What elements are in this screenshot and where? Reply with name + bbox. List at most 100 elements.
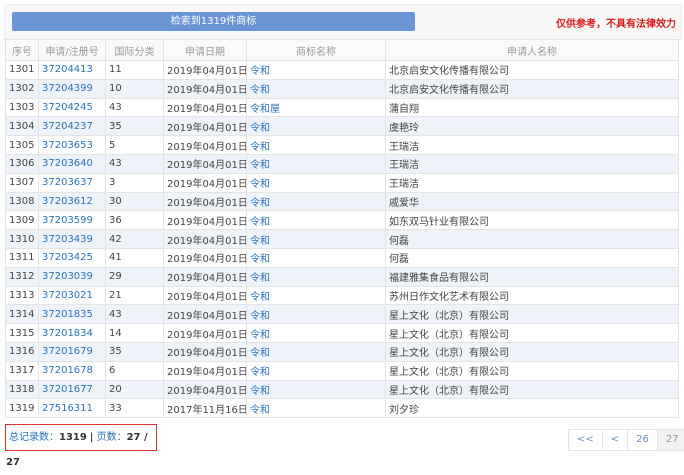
cell-class: 41 [105,247,164,268]
pagination: << < 26 27 [568,429,684,451]
page-26-button[interactable]: 26 [628,430,658,450]
table-row: 1316 37201679 35 2019年04月01日 令和 星上文化（北京）有限公司 [5,341,679,362]
cell-reg-no[interactable]: 37201678 [38,360,106,381]
cell-mark-name[interactable]: 令和 [246,191,386,212]
table-row: 1313 37203021 21 2019年04月01日 令和 苏州日作文化艺术有限公司 [5,285,679,306]
column-header-applicant: 申请人名称 [385,39,679,61]
cell-reg-no[interactable]: 37203425 [38,247,106,268]
cell-mark-name[interactable]: 令和 [246,78,386,99]
record-summary: 总记录数：1319 | 页数：27 / 27 [5,424,157,468]
cell-mark-name[interactable]: 令和 [246,210,386,231]
cell-class: 33 [105,398,164,419]
cell-date: 2019年04月01日 [163,341,247,362]
cell-reg-no[interactable]: 27516311 [38,398,106,419]
cell-reg-no[interactable]: 37204413 [38,60,106,80]
cell-applicant: 戚爱华 [385,191,679,212]
cell-reg-no[interactable]: 37201834 [38,323,106,343]
first-page-button[interactable]: << [569,430,603,450]
cell-reg-no[interactable]: 37203599 [38,210,106,231]
cell-applicant: 刘夕珍 [385,398,679,419]
cell-date: 2019年04月01日 [163,229,247,249]
cell-mark-name[interactable]: 令和 [246,304,386,325]
cell-seq: 1308 [5,191,39,212]
cell-reg-no[interactable]: 37201679 [38,341,106,362]
cell-mark-name[interactable]: 令和 [246,341,386,362]
cell-class: 21 [105,285,164,306]
column-header-reg-no: 申请/注册号 [38,39,106,61]
cell-seq: 1313 [5,285,39,306]
cell-mark-name[interactable]: 令和 [246,247,386,268]
cell-reg-no[interactable]: 37203612 [38,191,106,212]
cell-mark-name[interactable]: 令和 [246,172,386,193]
cell-seq: 1312 [5,266,39,287]
cell-mark-name[interactable]: 令和 [246,153,386,174]
cell-mark-name[interactable]: 令和 [246,379,386,400]
cell-date: 2019年04月01日 [163,323,247,343]
cell-mark-name[interactable]: 令和 [246,323,386,343]
cell-mark-name[interactable]: 令和 [246,229,386,249]
cell-mark-name[interactable]: 令和 [246,285,386,306]
cell-reg-no[interactable]: 37203640 [38,153,106,174]
cell-mark-name[interactable]: 令和 [246,360,386,381]
column-header-mark-name: 商标名称 [246,39,386,61]
table-row: 1310 37203439 42 2019年04月01日 令和 何磊 [5,229,679,249]
cell-reg-no[interactable]: 37204237 [38,116,106,137]
pages-label: 页数： [96,432,127,443]
cell-date: 2019年04月01日 [163,153,247,174]
cell-applicant: 苏州日作文化艺术有限公司 [385,285,679,306]
cell-date: 2019年04月01日 [163,285,247,306]
cell-reg-no[interactable]: 37203439 [38,229,106,249]
cell-seq: 1307 [5,172,39,193]
cell-reg-no[interactable]: 37201677 [38,379,106,400]
cell-reg-no[interactable]: 37203039 [38,266,106,287]
cell-reg-no[interactable]: 37203021 [38,285,106,306]
cell-class: 5 [105,135,164,155]
cell-reg-no[interactable]: 37203637 [38,172,106,193]
cell-class: 20 [105,379,164,400]
cell-seq: 1304 [5,116,39,137]
cell-reg-no[interactable]: 37201835 [38,304,106,325]
cell-seq: 1319 [5,398,39,419]
cell-mark-name[interactable]: 令和 [246,60,386,80]
cell-seq: 1305 [5,135,39,155]
cell-reg-no[interactable]: 37204245 [38,97,106,118]
cell-applicant: 星上文化（北京）有限公司 [385,379,679,400]
table-row: 1306 37203640 43 2019年04月01日 令和 王瑞洁 [5,153,679,174]
table-row: 1307 37203637 3 2019年04月01日 令和 王瑞洁 [5,172,679,193]
cell-mark-name[interactable]: 令和 [246,398,386,419]
cell-applicant: 星上文化（北京）有限公司 [385,323,679,343]
cell-applicant: 蒲自翔 [385,97,679,118]
column-header-class: 国际分类 [105,39,164,61]
table-row: 1312 37203039 29 2019年04月01日 令和 福建雅集食品有限公司 [5,266,679,287]
cell-applicant: 福建雅集食品有限公司 [385,266,679,287]
column-header-date: 申请日期 [163,39,247,61]
cell-seq: 1315 [5,323,39,343]
cell-reg-no[interactable]: 37204399 [38,78,106,99]
cell-class: 35 [105,341,164,362]
cell-date: 2019年04月01日 [163,116,247,137]
cell-mark-name[interactable]: 令和 [246,266,386,287]
cell-date: 2019年04月01日 [163,210,247,231]
cell-class: 3 [105,172,164,193]
cell-class: 14 [105,323,164,343]
cell-mark-name[interactable]: 令和屋 [246,97,386,118]
cell-mark-name[interactable]: 令和 [246,135,386,155]
cell-class: 43 [105,97,164,118]
cell-applicant: 何磊 [385,247,679,268]
cell-mark-name[interactable]: 令和 [246,116,386,137]
result-count-banner: 检索到1319件商标 [12,12,415,31]
table-row: 1314 37201835 43 2019年04月01日 令和 星上文化（北京）有限公司 [5,304,679,325]
table-row: 1318 37201677 20 2019年04月01日 令和 星上文化（北京）有限公司 [5,379,679,400]
total-count: 1319 [59,432,87,443]
cell-seq: 1302 [5,78,39,99]
cell-date: 2019年04月01日 [163,247,247,268]
table-row: 1308 37203612 30 2019年04月01日 令和 戚爱华 [5,191,679,212]
cell-date: 2019年04月01日 [163,379,247,400]
table-row: 1315 37201834 14 2019年04月01日 令和 星上文化（北京）有限公司 [5,323,679,343]
cell-applicant: 何磊 [385,229,679,249]
table-row: 1319 27516311 33 2017年11月16日 令和 刘夕珍 [5,398,679,419]
prev-page-button[interactable]: < [603,430,629,450]
table-row: 1301 37204413 11 2019年04月01日 令和 北京启安文化传播有限公司 [5,60,679,80]
cell-reg-no[interactable]: 37203653 [38,135,106,155]
cell-class: 42 [105,229,164,249]
